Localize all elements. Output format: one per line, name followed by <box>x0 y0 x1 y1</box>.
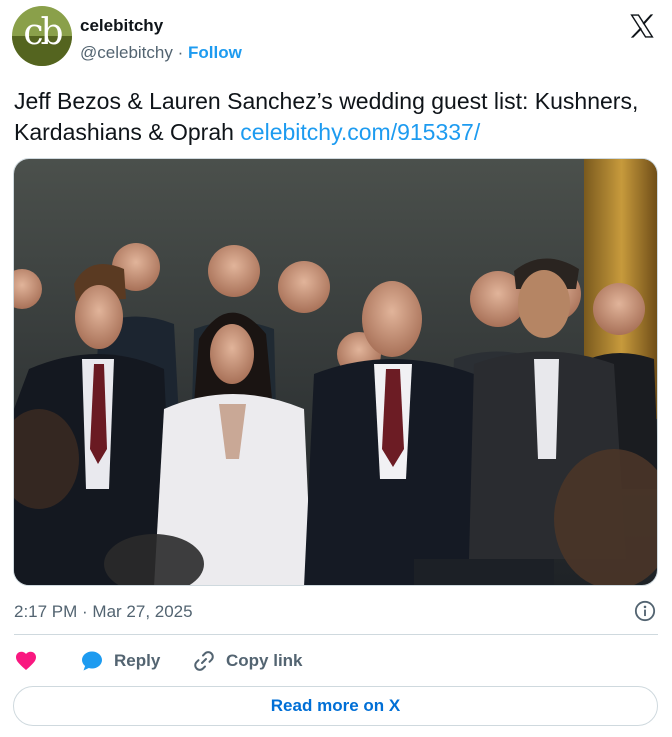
avatar[interactable]: cb <box>12 6 72 66</box>
avatar-monogram: cb <box>23 12 63 53</box>
reply-label: Reply <box>114 651 161 670</box>
author-name[interactable]: celebitchy <box>80 16 163 36</box>
heart-icon <box>16 651 36 670</box>
tweet-link[interactable]: celebitchy.com/915337/ <box>240 119 480 145</box>
copy-link-button[interactable]: Copy link <box>192 646 303 676</box>
reply-bubble-icon <box>82 651 102 671</box>
photo-illustration <box>14 159 657 585</box>
info-icon[interactable] <box>634 600 656 622</box>
like-button[interactable] <box>14 646 38 676</box>
copy-link-label: Copy link <box>226 651 303 670</box>
author-handle-row: @celebitchy · Follow <box>80 43 242 63</box>
tweet-photo[interactable] <box>13 158 658 586</box>
tweet-actions: Reply Copy link <box>14 646 654 676</box>
read-more-button[interactable]: Read more on X <box>13 686 658 726</box>
author-handle[interactable]: @celebitchy <box>80 43 173 62</box>
x-logo-icon[interactable] <box>628 12 656 40</box>
reply-button[interactable]: Reply <box>80 646 160 676</box>
separator-dot: · <box>177 43 184 62</box>
link-icon <box>194 651 214 671</box>
tweet-text: Jeff Bezos & Lauren Sanchez’s wedding gu… <box>14 86 654 148</box>
tweet-timestamp[interactable]: 2:17 PM · Mar 27, 2025 <box>14 602 193 622</box>
tweet-header: cb celebitchy @celebitchy · Follow <box>12 6 660 68</box>
follow-button[interactable]: Follow <box>188 43 242 62</box>
divider <box>14 634 658 635</box>
